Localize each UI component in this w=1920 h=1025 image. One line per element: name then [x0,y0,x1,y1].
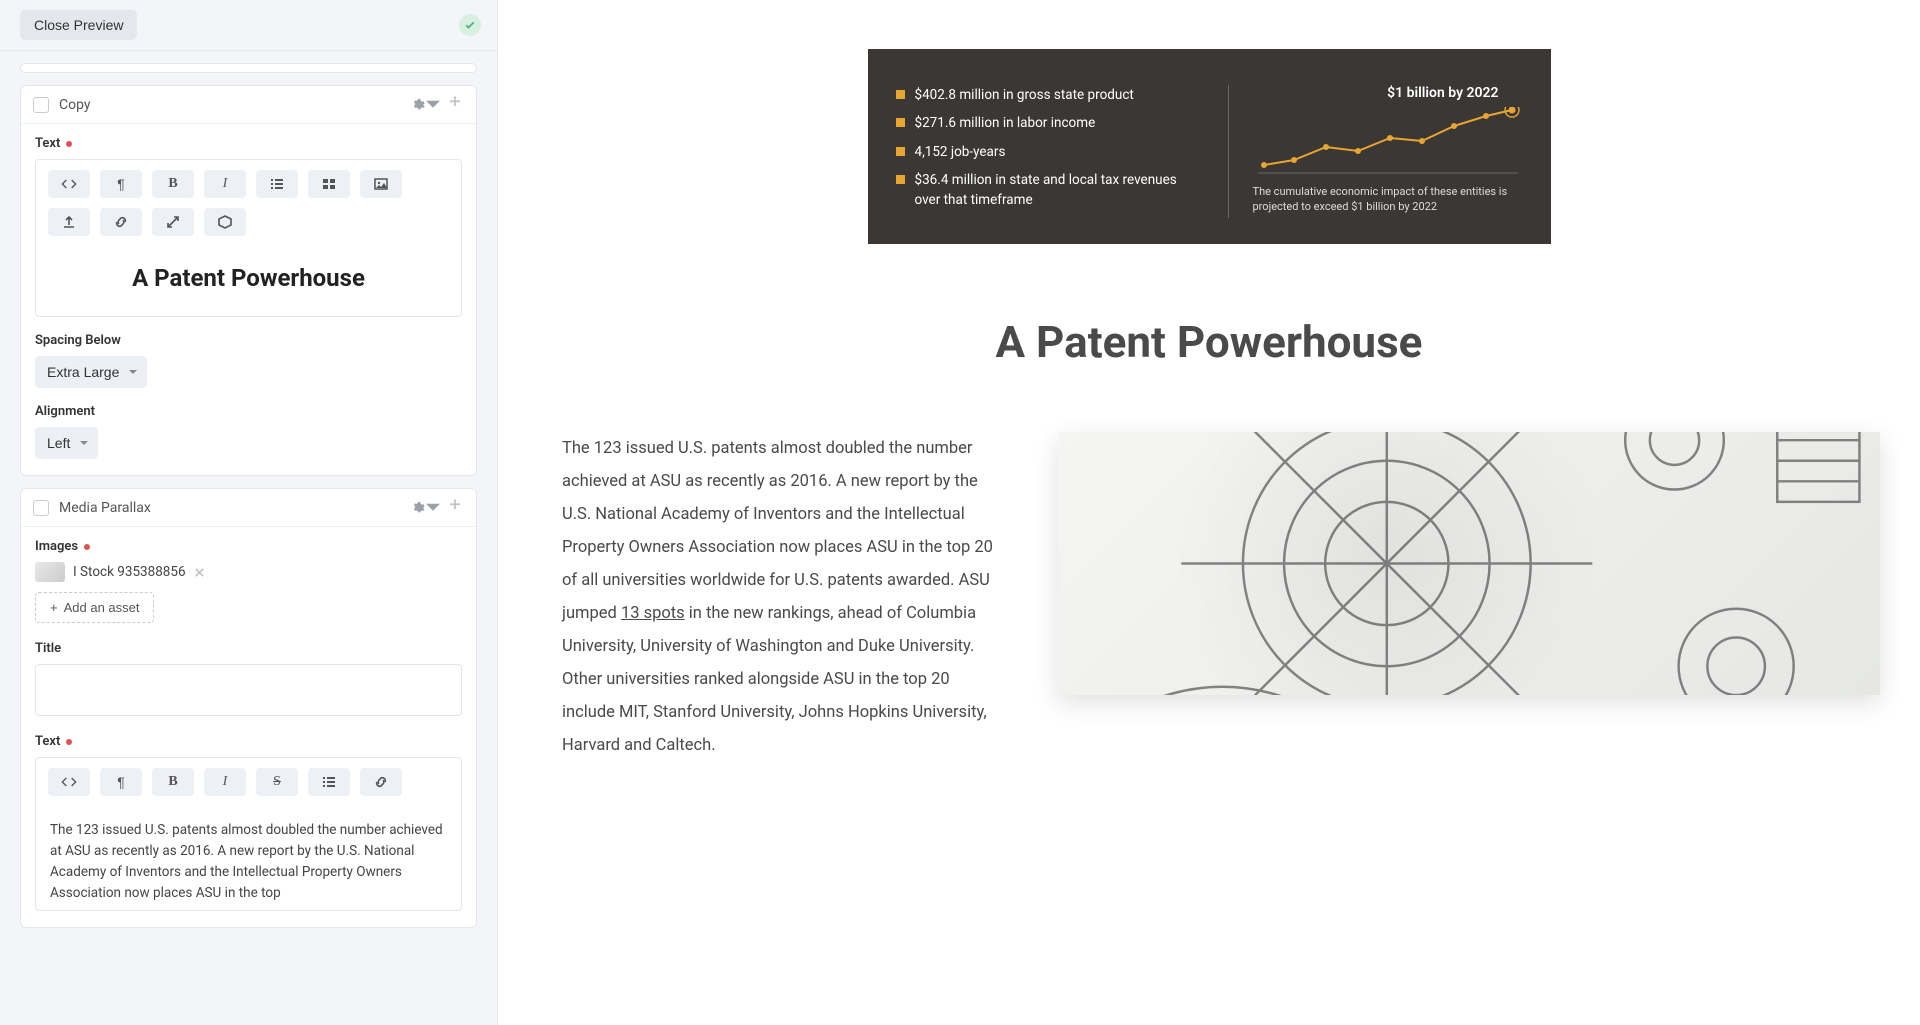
rte-content[interactable]: A Patent Powerhouse [36,246,461,316]
rich-text-editor: ¶ B I S The 123 issued U.S. patents almo… [35,757,462,911]
vertical-divider [1228,85,1229,218]
panel-checkbox[interactable] [33,500,49,516]
rte-link-button[interactable] [100,208,142,236]
rte-code-button[interactable] [48,768,90,796]
rte-list-button[interactable] [256,170,298,198]
asset-name: I Stock 935388856 [73,564,186,580]
field-label-alignment: Alignment [35,404,462,419]
page-title: A Patent Powerhouse [498,316,1920,368]
panel-header: Media Parallax [21,489,476,527]
panel-copy: Copy Text ¶ [20,85,477,476]
chevron-down-icon [426,98,440,112]
field-label-images: Images [35,539,462,554]
rte-toolbar: ¶ B I S [36,758,461,806]
article-body: The 123 issued U.S. patents almost doubl… [562,432,1002,762]
panel-header: Copy [21,86,476,124]
spacing-below-select[interactable]: Extra Large [35,356,147,388]
list-item: $402.8 million in gross state product [896,85,1204,105]
rte-upload-button[interactable] [48,208,90,236]
rte-heading-text: A Patent Powerhouse [50,264,447,292]
rte-image-button[interactable] [360,170,402,198]
bullet-icon [896,175,905,184]
rte-embed-button[interactable] [204,208,246,236]
alignment-select[interactable]: Left [35,427,98,459]
preview-pane[interactable]: $402.8 million in gross state product $2… [498,0,1920,1025]
rte-content[interactable]: The 123 issued U.S. patents almost doubl… [36,806,461,910]
rte-list-button[interactable] [308,768,350,796]
required-indicator-icon [84,544,90,550]
rte-table-button[interactable] [308,170,350,198]
drag-handle[interactable] [446,498,464,517]
rte-paragraph-button[interactable]: ¶ [100,768,142,796]
field-label-spacing: Spacing Below [35,333,462,348]
line-chart [1253,107,1523,177]
rte-strike-button[interactable]: S [256,768,298,796]
rte-link-button[interactable] [360,768,402,796]
panel-title: Media Parallax [59,500,411,516]
field-label-text: Text [35,136,462,151]
rte-toolbar: ¶ B I [36,160,461,246]
rte-bold-button[interactable]: B [152,170,194,198]
add-asset-button[interactable]: + Add an asset [35,592,154,623]
rte-code-button[interactable] [48,170,90,198]
rich-text-editor: ¶ B I A Patent Powerhouse [35,159,462,317]
article-section: The 123 issued U.S. patents almost doubl… [498,432,1920,802]
field-label-title: Title [35,641,462,656]
list-item: $36.4 million in state and local tax rev… [896,170,1204,211]
asset-remove-button[interactable] [194,563,205,582]
rte-expand-button[interactable] [152,208,194,236]
article-image [1058,432,1880,695]
image-asset-row: I Stock 935388856 [35,562,462,582]
panel-checkbox[interactable] [33,97,49,113]
panel-settings-button[interactable] [411,498,440,517]
rte-paragraph-button[interactable]: ¶ [100,170,142,198]
field-label-text2: Text [35,734,462,749]
bullet-icon [896,90,905,99]
drag-handle[interactable] [446,95,464,114]
plus-icon: + [50,600,58,615]
chart-annotation: $1 billion by 2022 [1253,85,1499,101]
required-indicator-icon [66,141,72,147]
asset-thumbnail[interactable] [35,562,65,582]
close-preview-button[interactable]: Close Preview [20,10,137,40]
rte-italic-button[interactable]: I [204,768,246,796]
bullet-icon [896,118,905,127]
chart-caption: The cumulative economic impact of these … [1253,185,1523,215]
status-ok-icon [459,14,481,36]
panel-stub [20,63,477,73]
gear-icon [411,501,425,515]
rte-bold-button[interactable]: B [152,768,194,796]
title-input[interactable] [35,664,462,716]
infographic-banner: $402.8 million in gross state product $2… [868,49,1551,244]
panel-media-parallax: Media Parallax Images I Sto [20,488,477,928]
inline-link[interactable]: 13 spots [621,604,685,623]
list-item: 4,152 job-years [896,142,1204,162]
list-item: $271.6 million in labor income [896,113,1204,133]
preview-topbar: Close Preview [0,0,497,51]
panel-title: Copy [59,97,411,113]
gear-icon [411,98,425,112]
chevron-down-icon [426,501,440,515]
editor-sidebar: Close Preview Copy [0,0,498,1025]
rte-italic-button[interactable]: I [204,170,246,198]
bullet-icon [896,147,905,156]
required-indicator-icon [66,739,72,745]
infographic-stat-list: $402.8 million in gross state product $2… [896,85,1204,210]
panel-settings-button[interactable] [411,95,440,114]
